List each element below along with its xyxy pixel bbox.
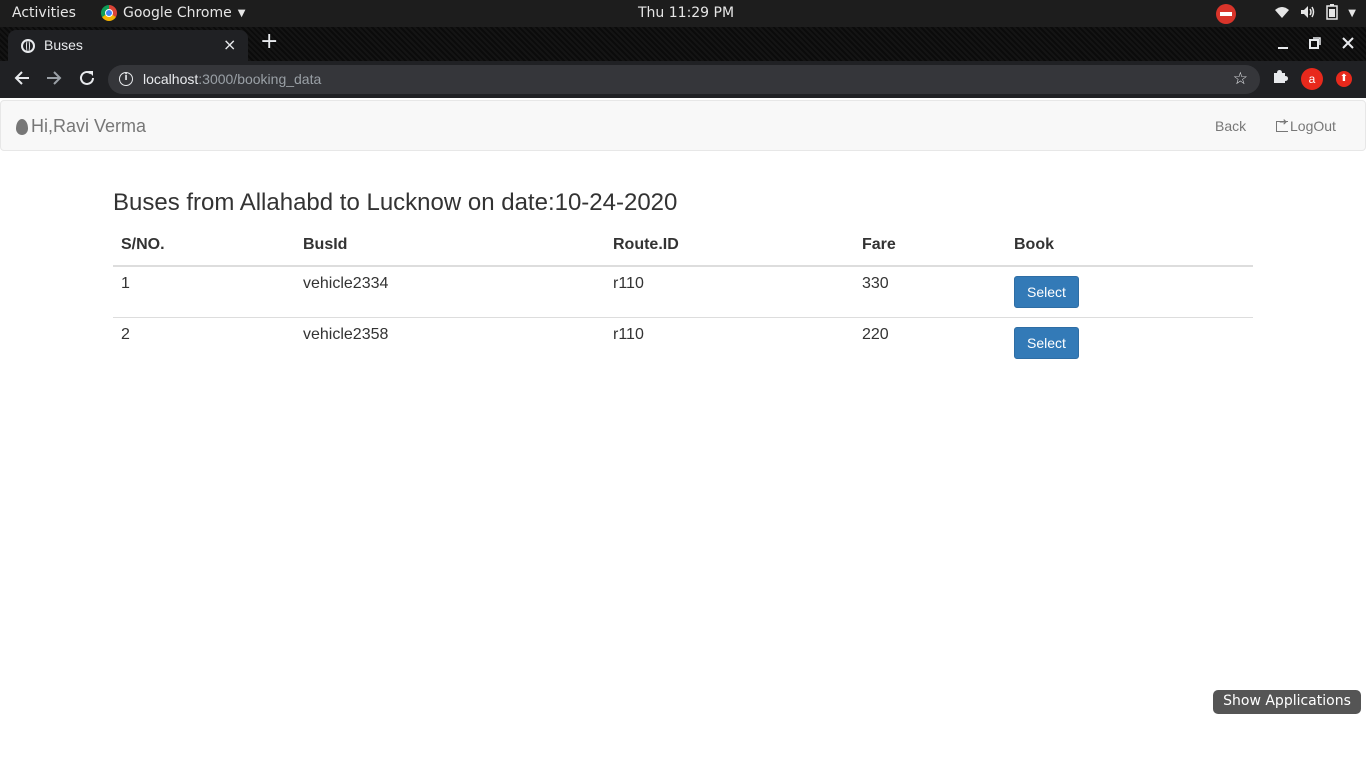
select-button[interactable]: Select bbox=[1014, 276, 1079, 308]
show-applications-tooltip: Show Applications bbox=[1213, 690, 1361, 714]
url-path: :3000/booking_data bbox=[198, 71, 322, 87]
app-name: Google Chrome bbox=[123, 5, 232, 21]
cell-fare: 330 bbox=[862, 275, 889, 292]
cell-fare: 220 bbox=[854, 316, 1006, 368]
bookmark-star-icon[interactable]: ☆ bbox=[1233, 69, 1248, 89]
logout-link[interactable]: LogOut bbox=[1276, 117, 1336, 134]
do-not-disturb-icon[interactable] bbox=[1216, 3, 1237, 24]
reload-icon[interactable] bbox=[78, 69, 96, 91]
cell-bus-id: vehicle2334 bbox=[303, 275, 389, 292]
restore-icon[interactable] bbox=[1308, 36, 1322, 54]
fire-icon bbox=[16, 118, 28, 135]
page-title: Buses from Allahabd to Lucknow on date:1… bbox=[113, 189, 678, 216]
header-book: Book bbox=[1006, 229, 1253, 267]
extensions-puzzle-icon[interactable] bbox=[1272, 68, 1288, 88]
cell-sno: 2 bbox=[113, 316, 295, 368]
cell-bus-id: vehicle2358 bbox=[295, 316, 605, 368]
system-top-bar: Activities Google Chrome ▼ Thu 11:29 PM … bbox=[0, 0, 1366, 27]
app-menu[interactable]: Google Chrome ▼ bbox=[101, 5, 245, 21]
activities-button[interactable]: Activities bbox=[12, 5, 76, 21]
minimize-icon[interactable] bbox=[1276, 36, 1290, 54]
table-row: 2 vehicle2358 r110 220 Select bbox=[113, 316, 1253, 368]
cell-book: Select bbox=[1006, 266, 1253, 317]
globe-icon bbox=[21, 39, 35, 53]
table-row: 1 vehicle2334 r110 330 Select bbox=[113, 266, 1253, 317]
extension-arrow-up-icon[interactable]: ⬆ bbox=[1336, 71, 1352, 87]
chrome-icon bbox=[101, 5, 117, 21]
navbar-brand[interactable]: Hi,Ravi Verma bbox=[16, 116, 146, 137]
cell-sno: 1 bbox=[121, 275, 130, 292]
buses-table: S/NO. BusId Route.ID Fare Book 1 vehicle… bbox=[113, 229, 1253, 368]
info-icon[interactable]: i bbox=[119, 72, 133, 86]
tab-title: Buses bbox=[44, 37, 83, 53]
header-bus-id: BusId bbox=[295, 229, 605, 267]
logout-icon bbox=[1276, 117, 1288, 132]
chevron-down-icon: ▼ bbox=[237, 7, 246, 19]
tab-buses[interactable]: Buses × bbox=[8, 30, 248, 61]
header-route-id: Route.ID bbox=[605, 229, 854, 267]
url-host: localhost bbox=[143, 71, 199, 87]
select-button[interactable]: Select bbox=[1014, 326, 1079, 359]
wifi-icon bbox=[1274, 5, 1290, 23]
system-tray[interactable]: ▼ bbox=[1216, 2, 1356, 25]
close-window-icon[interactable] bbox=[1341, 36, 1355, 54]
cell-route-id: r110 bbox=[605, 316, 854, 368]
cell-book: Select bbox=[1006, 316, 1253, 368]
forward-arrow-icon[interactable] bbox=[45, 69, 63, 91]
extension-avatar-icon[interactable]: a bbox=[1301, 68, 1323, 90]
cell-route-id: r110 bbox=[613, 275, 644, 292]
brand-text: Hi,Ravi Verma bbox=[31, 116, 147, 136]
volume-icon bbox=[1300, 5, 1316, 23]
back-arrow-icon[interactable] bbox=[13, 69, 31, 91]
new-tab-button[interactable]: + bbox=[260, 31, 278, 53]
system-menu-chevron-icon[interactable]: ▼ bbox=[1348, 8, 1356, 19]
header-fare: Fare bbox=[854, 229, 1006, 267]
logout-label: LogOut bbox=[1290, 118, 1336, 134]
address-bar[interactable]: i localhost:3000/booking_data ☆ bbox=[108, 65, 1260, 94]
back-link[interactable]: Back bbox=[1215, 118, 1246, 134]
battery-icon bbox=[1326, 3, 1339, 24]
close-tab-icon[interactable]: × bbox=[223, 35, 236, 54]
url-text[interactable]: localhost:3000/booking_data bbox=[143, 71, 321, 87]
header-sno: S/NO. bbox=[113, 229, 295, 267]
clock[interactable]: Thu 11:29 PM bbox=[638, 5, 734, 21]
table-header-row: S/NO. BusId Route.ID Fare Book bbox=[113, 229, 1253, 267]
tab-strip: Buses × bbox=[0, 27, 1366, 61]
app-navbar: Hi,Ravi Verma Back LogOut bbox=[0, 100, 1366, 151]
browser-toolbar: i localhost:3000/booking_data ☆ bbox=[0, 61, 1366, 98]
page-content: Hi,Ravi Verma Back LogOut Buses from All… bbox=[0, 98, 1366, 768]
